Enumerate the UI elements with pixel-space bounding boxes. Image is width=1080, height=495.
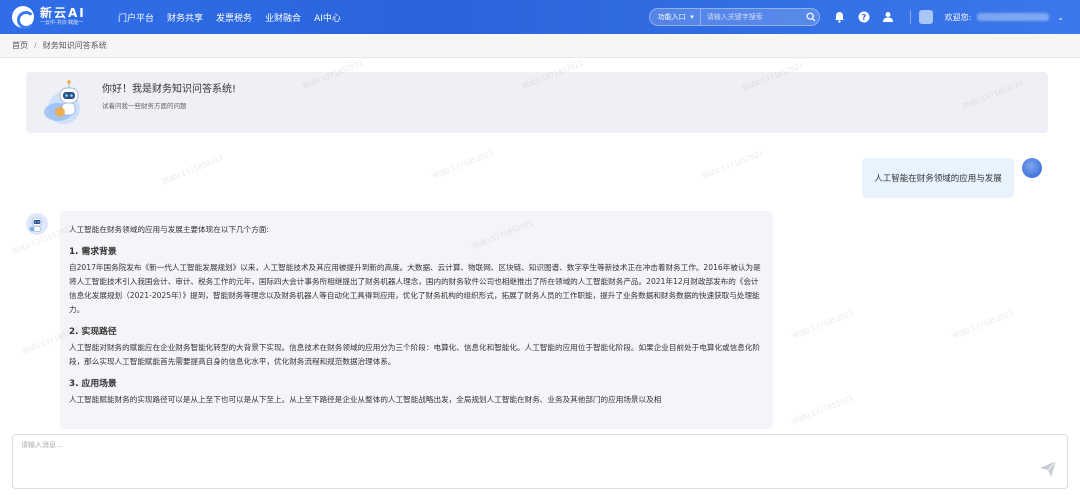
help-icon[interactable]: ? — [856, 9, 872, 25]
section-heading: 1. 需求背景 — [69, 247, 117, 257]
username-redacted — [977, 13, 1050, 21]
header-divider — [909, 10, 911, 24]
user-message-text: 人工智能在财务领域的应用与发展 — [874, 174, 1002, 184]
chevron-down-icon: ⌄ — [1057, 12, 1064, 22]
nav-item-ai-center[interactable]: AI中心 — [314, 11, 341, 24]
section-heading: 2. 实现路径 — [69, 327, 117, 337]
user-message-bubble: 人工智能在财务领域的应用与发展 — [862, 158, 1014, 198]
logo-text: 新云AI 一云中·共识·赋能一 — [40, 7, 86, 27]
watermark: 测试0:1371852021 — [790, 309, 855, 341]
welcome-title: 你好！我是财务知识问答系统! — [102, 84, 237, 95]
section-body: 自2017年国务院发布《新一代人工智能发展规划》以来，人工智能技术及其应用被提升… — [69, 263, 761, 314]
avatar — [918, 10, 933, 24]
nav-item-portal[interactable]: 门户平台 — [118, 11, 154, 24]
bot-avatar-icon — [26, 213, 48, 235]
breadcrumb-current: 财务知识问答系统 — [42, 41, 107, 50]
bell-icon[interactable] — [832, 9, 848, 25]
robot-mascot-icon — [44, 80, 80, 124]
breadcrumb: 首页 / 财务知识问答系统 — [0, 34, 1080, 58]
breadcrumb-home[interactable]: 首页 — [12, 40, 28, 51]
nav-item-invoice-tax[interactable]: 发票税务 — [216, 11, 252, 24]
logo-tagline: 一云中·共识·赋能一 — [40, 20, 84, 26]
logo-name: 新云AI — [40, 6, 86, 20]
function-entry-label: 功能入口 — [657, 13, 686, 21]
logo-icon — [12, 6, 35, 29]
svg-text:?: ? — [861, 13, 866, 22]
main-nav: 门户平台 财务共享 发票税务 业财融合 AI中心 — [118, 11, 354, 24]
bot-intro: 人工智能在财务领域的应用与发展主要体现在以下几个方面: — [69, 225, 269, 234]
watermark: 测试0:1371852021 — [700, 149, 765, 181]
bot-message-bubble: 人工智能在财务领域的应用与发展主要体现在以下几个方面: 1. 需求背景 自201… — [60, 211, 773, 429]
search-input[interactable] — [700, 13, 803, 21]
nav-item-business-finance[interactable]: 业财融合 — [265, 11, 301, 24]
watermark: 测试0:1371852021 — [160, 154, 225, 186]
section-body: 人工智能对财务的赋能应在企业财务智能化转型的大背景下实现。信息技术在财务领域的应… — [69, 343, 761, 366]
user-avatar — [1022, 158, 1042, 178]
send-icon[interactable] — [1039, 460, 1057, 478]
user-group-icon[interactable] — [880, 9, 896, 25]
nav-item-finance-share[interactable]: 财务共享 — [167, 11, 203, 24]
section-heading: 3. 应用场景 — [69, 379, 117, 389]
user-menu[interactable]: 欢迎您: ⌄ — [918, 10, 1064, 24]
message-composer — [12, 434, 1068, 489]
welcome-card: 你好！我是财务知识问答系统! 试着问我一些财务方面的问题 — [26, 72, 1048, 133]
brand-logo[interactable]: 新云AI 一云中·共识·赋能一 — [12, 6, 112, 29]
function-entry-select[interactable]: 功能入口 ▾ — [650, 9, 701, 25]
watermark: 测试0:1371852021 — [790, 394, 855, 426]
watermark: 测试0:1371852021 — [950, 309, 1015, 341]
watermark: 测试0:1371852021 — [430, 149, 495, 181]
welcome-subtitle: 试着问我一些财务方面的问题 — [102, 102, 187, 110]
global-search: 功能入口 ▾ — [648, 8, 820, 26]
top-navbar: 新云AI 一云中·共识·赋能一 门户平台 财务共享 发票税务 业财融合 AI中心… — [0, 0, 1080, 34]
section-body: 人工智能赋能财务的实现路径可以是从上至下也可以是从下至上。从上至下路径是企业从整… — [69, 395, 662, 404]
breadcrumb-separator: / — [34, 41, 37, 50]
chevron-down-icon: ▾ — [690, 13, 694, 21]
search-icon[interactable] — [803, 9, 819, 25]
message-input[interactable] — [13, 435, 1067, 488]
welcome-text: 欢迎您: — [944, 12, 972, 22]
